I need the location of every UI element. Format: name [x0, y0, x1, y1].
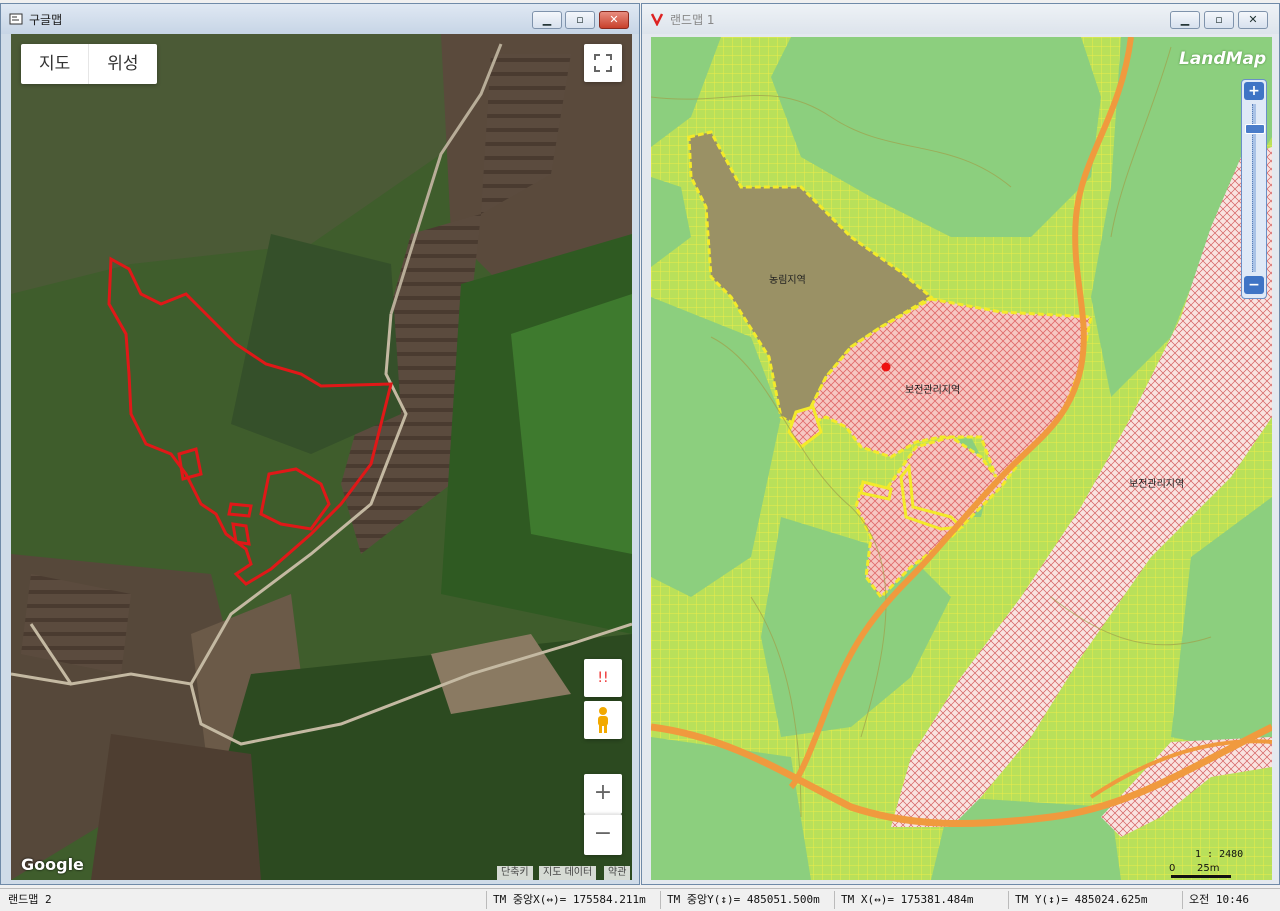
zoom-out-button[interactable]: −: [1244, 276, 1264, 294]
landuse-map[interactable]: 농림지역 보전관리지역 보전관리지역 LandMap + − 1 : 2480 …: [651, 37, 1272, 880]
tm-x: TM X(↔)= 175381.484m: [834, 891, 1006, 909]
close-button[interactable]: ✕: [599, 11, 629, 29]
close-button[interactable]: ✕: [1238, 11, 1268, 29]
window-title: 구글맵: [29, 13, 63, 27]
status-bar: 랜드맵 2 TM 중앙X(↔)= 175584.211m TM 중앙Y(↕)= …: [0, 888, 1280, 911]
conservation-zone-label: 보전관리지역: [905, 385, 961, 396]
google-map-window: 구글맵 ▁ ▫ ✕ 지도 위성 !! + − Google 단축키 지도 데이터…: [0, 3, 640, 885]
landmap-app-icon: [650, 13, 664, 26]
landmap-window-titlebar[interactable]: 랜드맵 1 ▁ ▫ ✕: [642, 4, 1279, 34]
minimize-button[interactable]: ▁: [532, 11, 562, 29]
maximize-button[interactable]: ▫: [565, 11, 595, 29]
zoom-in-button[interactable]: +: [584, 774, 622, 814]
terms-link[interactable]: 약관: [604, 866, 631, 880]
shortcuts-link[interactable]: 단축키: [497, 866, 533, 880]
google-window-titlebar[interactable]: 구글맵 ▁ ▫ ✕: [1, 4, 639, 34]
pegman-icon: [598, 707, 608, 733]
minimize-button[interactable]: ▁: [1170, 11, 1200, 29]
farmland-zone-label: 농림지역: [769, 275, 806, 286]
active-window-status: 랜드맵 2: [8, 893, 52, 906]
map-type-map-button[interactable]: 지도: [21, 44, 88, 84]
tm-center-y: TM 중앙Y(↕)= 485051.500m: [660, 891, 832, 909]
scale-ratio: 1 : 2480: [1195, 849, 1244, 860]
zoom-in-button[interactable]: +: [1244, 82, 1264, 100]
zoom-slider-thumb[interactable]: [1245, 124, 1265, 134]
scale-distance: 25m: [1197, 863, 1220, 874]
window-title: 랜드맵 1: [670, 13, 715, 27]
parcel-boundary-overlay: [107, 256, 393, 586]
satellite-map[interactable]: 지도 위성 !! + − Google 단축키 지도 데이터 약관: [11, 34, 632, 880]
zoning-map-graphics: [651, 37, 1272, 880]
fullscreen-button[interactable]: [584, 44, 622, 82]
map-type-satellite-button[interactable]: 위성: [88, 44, 156, 84]
zoom-slider[interactable]: + −: [1241, 79, 1267, 299]
alert-button[interactable]: !!: [584, 659, 622, 697]
conservation-zone-label: 보전관리지역: [1129, 479, 1185, 490]
location-marker: [881, 362, 891, 372]
tm-y: TM Y(↕)= 485024.625m: [1008, 891, 1180, 909]
tm-center-x: TM 중앙X(↔)= 175584.211m: [486, 891, 658, 909]
clock: 오전 10:46: [1182, 891, 1278, 909]
maximize-button[interactable]: ▫: [1204, 11, 1234, 29]
google-logo: Google: [21, 855, 84, 874]
zoom-out-button[interactable]: −: [584, 814, 622, 855]
scale-bar: [1171, 875, 1231, 878]
map-type-control: 지도 위성: [21, 44, 157, 84]
landmap-logo: LandMap: [1179, 49, 1267, 69]
street-view-pegman-button[interactable]: [584, 701, 622, 739]
map-data-link[interactable]: 지도 데이터: [539, 866, 597, 880]
scale-zero: 0: [1169, 863, 1176, 874]
fullscreen-icon: [594, 54, 612, 72]
landmap-window: 랜드맵 1 ▁ ▫ ✕ 농림지역 보전관리지역 보전관리지역 LandMap +…: [641, 3, 1280, 885]
app-icon: [9, 13, 23, 25]
